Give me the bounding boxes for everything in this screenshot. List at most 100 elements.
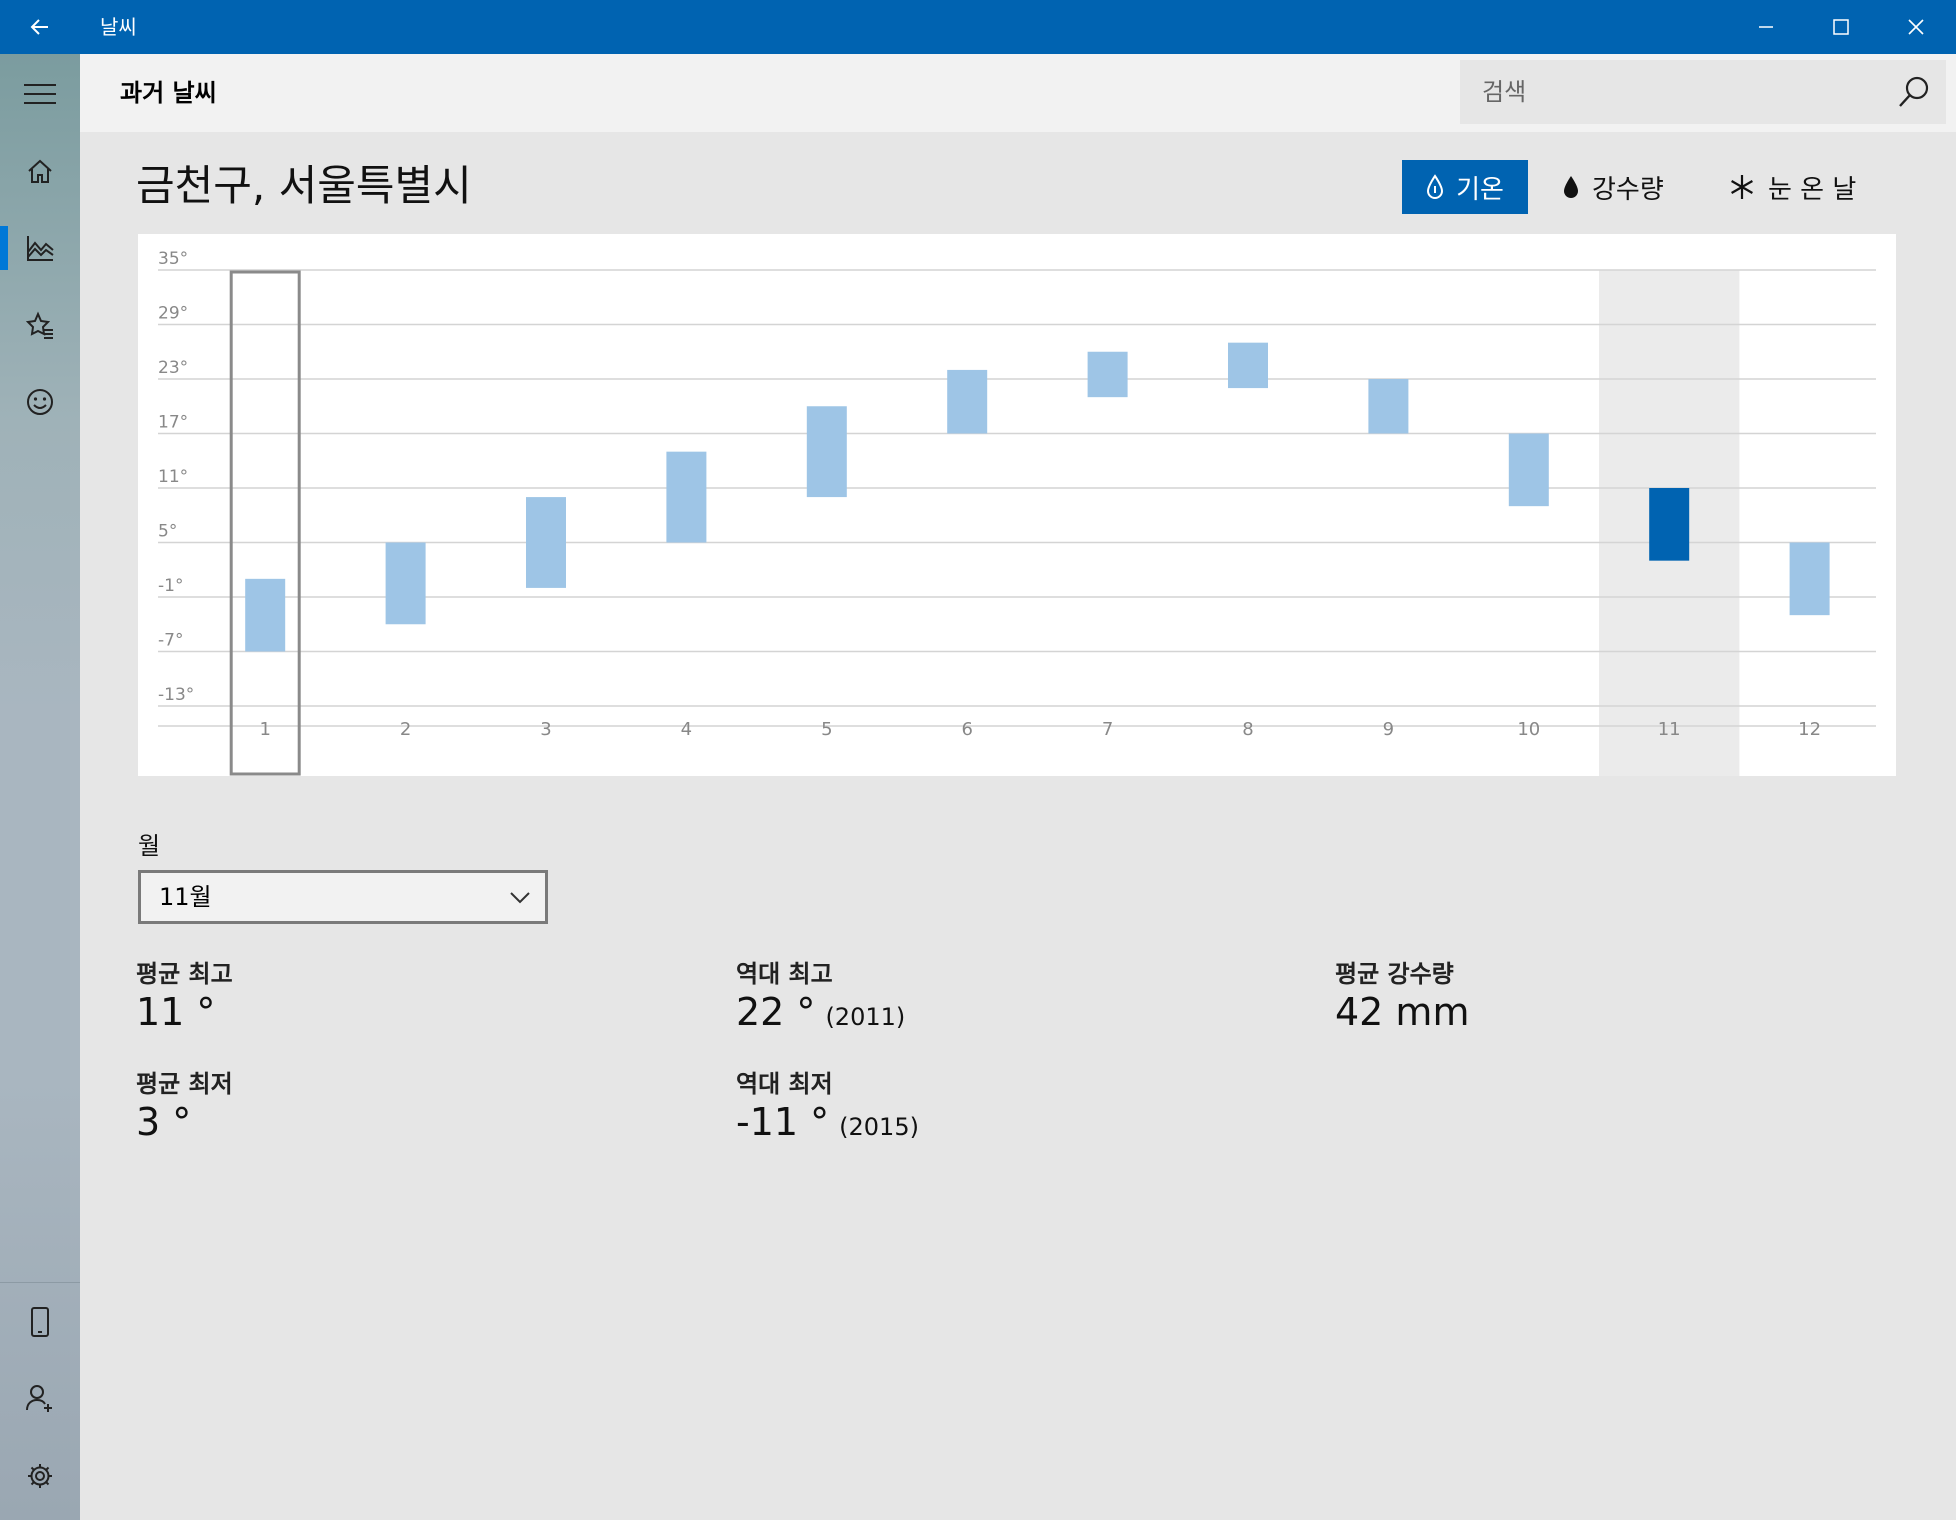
maximize-button[interactable] — [1803, 0, 1878, 54]
record-high-year: (2011) — [825, 1003, 906, 1031]
close-button[interactable] — [1878, 0, 1953, 54]
search-box — [1460, 60, 1946, 124]
title-bar: 날씨 — [0, 0, 1956, 54]
nav-sidebar — [0, 54, 80, 1520]
x-tick-label: 6 — [961, 719, 972, 740]
x-tick-label: 3 — [540, 719, 551, 740]
back-button[interactable] — [0, 0, 80, 54]
record-low-value: -11 ° (2015) — [736, 1100, 919, 1144]
temperature-range-bar — [806, 406, 847, 498]
snowflake-icon — [1728, 173, 1756, 201]
minimize-icon — [1758, 26, 1773, 28]
temperature-range-bar — [1087, 351, 1128, 398]
sidebar-divider — [0, 1282, 80, 1283]
x-tick-label: 2 — [400, 719, 411, 740]
raindrop-icon — [1562, 174, 1580, 200]
x-tick-label: 1 — [259, 719, 270, 740]
location-title: 금천구, 서울특별시 — [136, 161, 472, 210]
temperature-range-bar — [1789, 542, 1830, 616]
y-tick-label: 5° — [158, 522, 177, 542]
header-bar: 과거 날씨 — [80, 54, 1956, 132]
temperature-range-chart: 35° 29° 23° 17° 11° 5° -1° -7° -13° 1 2 3 4 5 6 7 8 9 10 11… — [138, 234, 1896, 776]
sidebar-item-home[interactable] — [0, 134, 80, 210]
temperature-range-bar — [666, 451, 707, 543]
sidebar-item-feedback[interactable] — [0, 364, 80, 440]
page-title: 과거 날씨 — [120, 79, 217, 107]
tab-snow-days[interactable]: 눈 온 날 — [1728, 160, 1856, 214]
sidebar-item-account[interactable] — [0, 1360, 80, 1436]
chart-svg: 35°29°23°17°11°5°-1°-7°-13°1 2 3 4 5 6 7 8 9 10 11… — [158, 249, 1876, 776]
tab-precipitation[interactable]: 강수량 — [1562, 160, 1664, 214]
record-low-year: (2015) — [839, 1113, 919, 1141]
avg-high-value: 11 ° — [136, 990, 215, 1034]
y-tick-label: 17° — [158, 413, 188, 433]
month-label: 월 — [138, 832, 161, 860]
sidebar-item-favorites[interactable] — [0, 288, 80, 364]
phone-icon — [31, 1307, 49, 1337]
x-tick-label: 11 — [1658, 719, 1681, 740]
month-dropdown-value: 11월 — [159, 883, 212, 911]
x-tick-label: 10 — [1517, 719, 1540, 740]
record-low-number: -11 ° — [736, 1100, 830, 1144]
record-low-label: 역대 최저 — [736, 1070, 833, 1098]
menu-button[interactable] — [0, 56, 80, 132]
avg-precip-number: 42 mm — [1335, 990, 1470, 1034]
gear-icon — [28, 1464, 52, 1488]
x-tick-label: 8 — [1242, 719, 1253, 740]
record-high-label: 역대 최고 — [736, 960, 833, 988]
star-list-icon — [25, 311, 53, 339]
tab-snow-days-label: 눈 온 날 — [1768, 174, 1857, 205]
avg-low-label: 평균 최저 — [136, 1070, 233, 1098]
avg-precip-label: 평균 강수량 — [1335, 960, 1454, 988]
minimize-button[interactable] — [1728, 0, 1803, 54]
x-tick-label: 5 — [821, 719, 832, 740]
avg-low-value: 3 ° — [136, 1100, 191, 1144]
record-high-number: 22 ° — [736, 990, 816, 1034]
avg-low-number: 3 ° — [136, 1100, 192, 1144]
temperature-range-bar — [1368, 379, 1409, 434]
maximize-icon — [1832, 19, 1849, 35]
temperature-range-bar — [245, 578, 286, 652]
avg-precip-value: 42 mm — [1335, 990, 1469, 1034]
sidebar-item-settings[interactable] — [0, 1438, 80, 1514]
record-high-value: 22 ° (2011) — [736, 990, 905, 1034]
tab-temperature[interactable]: 기온 — [1402, 160, 1528, 214]
historical-chart-icon — [27, 236, 54, 261]
avg-high-number: 11 ° — [136, 990, 216, 1034]
tab-precipitation-label: 강수량 — [1592, 174, 1664, 205]
x-tick-label: 4 — [681, 719, 692, 740]
temperature-range-bar — [526, 497, 566, 588]
temperature-range-bar — [1508, 433, 1549, 507]
y-tick-label: 35° — [158, 249, 188, 269]
search-button[interactable] — [1882, 60, 1946, 124]
hamburger-icon — [24, 84, 56, 104]
temperature-range-bar — [1228, 342, 1268, 389]
y-tick-label: -1° — [158, 576, 183, 596]
month-dropdown[interactable]: 11월 — [138, 870, 548, 924]
sidebar-item-phone[interactable] — [0, 1284, 80, 1360]
x-tick-label: 12 — [1798, 719, 1821, 740]
search-input[interactable] — [1460, 60, 1892, 124]
tab-temperature-label: 기온 — [1456, 174, 1504, 205]
smiley-icon — [27, 389, 53, 415]
hover-month-outline — [229, 270, 301, 776]
y-tick-label: -13° — [158, 685, 194, 705]
y-tick-label: 29° — [158, 304, 188, 324]
y-tick-label: -7° — [158, 631, 183, 651]
chevron-down-icon — [509, 887, 531, 911]
x-tick-label: 7 — [1102, 719, 1113, 740]
back-arrow-icon — [30, 19, 48, 35]
search-icon — [1899, 76, 1929, 107]
window-title: 날씨 — [100, 15, 137, 39]
temperature-range-bar — [385, 542, 426, 625]
avg-high-label: 평균 최고 — [136, 960, 233, 988]
close-icon — [1907, 19, 1924, 35]
y-tick-label: 11° — [158, 467, 188, 487]
thermometer-drop-icon — [1426, 174, 1444, 200]
x-tick-label: 9 — [1383, 719, 1394, 740]
temperature-range-bar — [947, 369, 988, 434]
y-tick-label: 23° — [158, 358, 188, 378]
add-person-icon — [26, 1385, 52, 1412]
home-icon — [28, 159, 52, 183]
sidebar-item-historical[interactable] — [0, 210, 80, 286]
